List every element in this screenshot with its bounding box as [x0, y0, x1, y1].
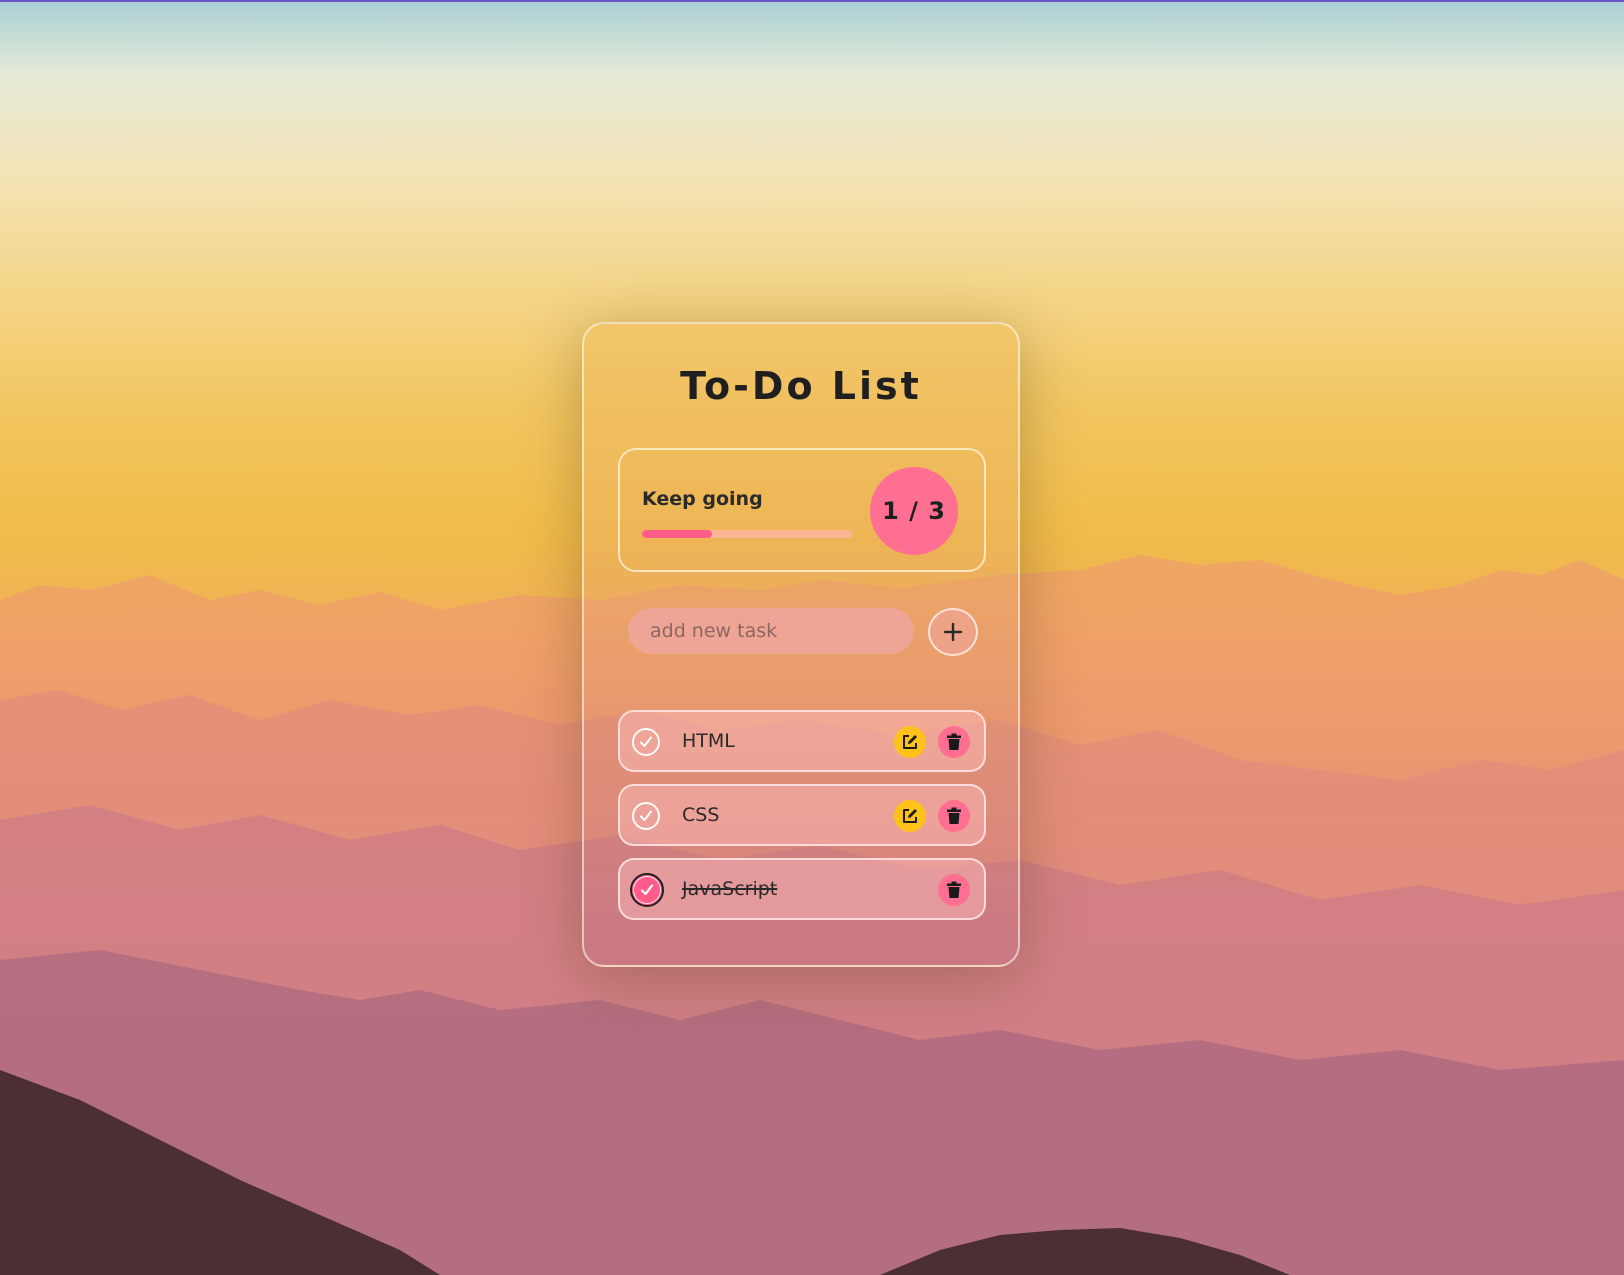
add-task-form — [628, 608, 978, 656]
task-label: HTML — [682, 730, 735, 752]
edit-icon — [903, 809, 917, 823]
task-label: JavaScript — [682, 878, 778, 900]
delete-task-button[interactable] — [938, 800, 970, 832]
task-checkbox[interactable] — [632, 728, 660, 756]
page-title: To-Do List — [680, 364, 922, 408]
edit-task-button[interactable] — [894, 726, 926, 758]
check-icon — [640, 736, 652, 747]
check-icon — [640, 810, 652, 821]
edit-task-button[interactable] — [894, 800, 926, 832]
delete-task-button[interactable] — [938, 726, 970, 758]
task-item-completed: JavaScript — [618, 858, 986, 920]
task-item: HTML — [618, 710, 986, 772]
task-label: CSS — [682, 804, 720, 826]
progress-panel: Keep going 1 / 3 — [618, 448, 986, 572]
progress-label: Keep going — [642, 488, 763, 510]
plus-icon — [943, 622, 963, 642]
edit-icon — [903, 735, 917, 749]
check-icon — [640, 884, 654, 896]
new-task-input[interactable] — [628, 608, 914, 654]
progress-bar — [642, 530, 852, 538]
trash-icon — [947, 881, 961, 898]
add-task-button[interactable] — [928, 608, 978, 656]
trash-icon — [947, 807, 961, 824]
progress-bar-fill — [642, 530, 712, 538]
task-checkbox-checked[interactable] — [630, 873, 664, 907]
trash-icon — [947, 733, 961, 750]
task-checkbox[interactable] — [632, 802, 660, 830]
task-list: HTML CSS JavaScript — [618, 710, 986, 932]
todo-card: To-Do List Keep going 1 / 3 HTML — [582, 322, 1020, 967]
task-counter: 1 / 3 — [870, 467, 958, 555]
delete-task-button[interactable] — [938, 874, 970, 906]
task-item: CSS — [618, 784, 986, 846]
